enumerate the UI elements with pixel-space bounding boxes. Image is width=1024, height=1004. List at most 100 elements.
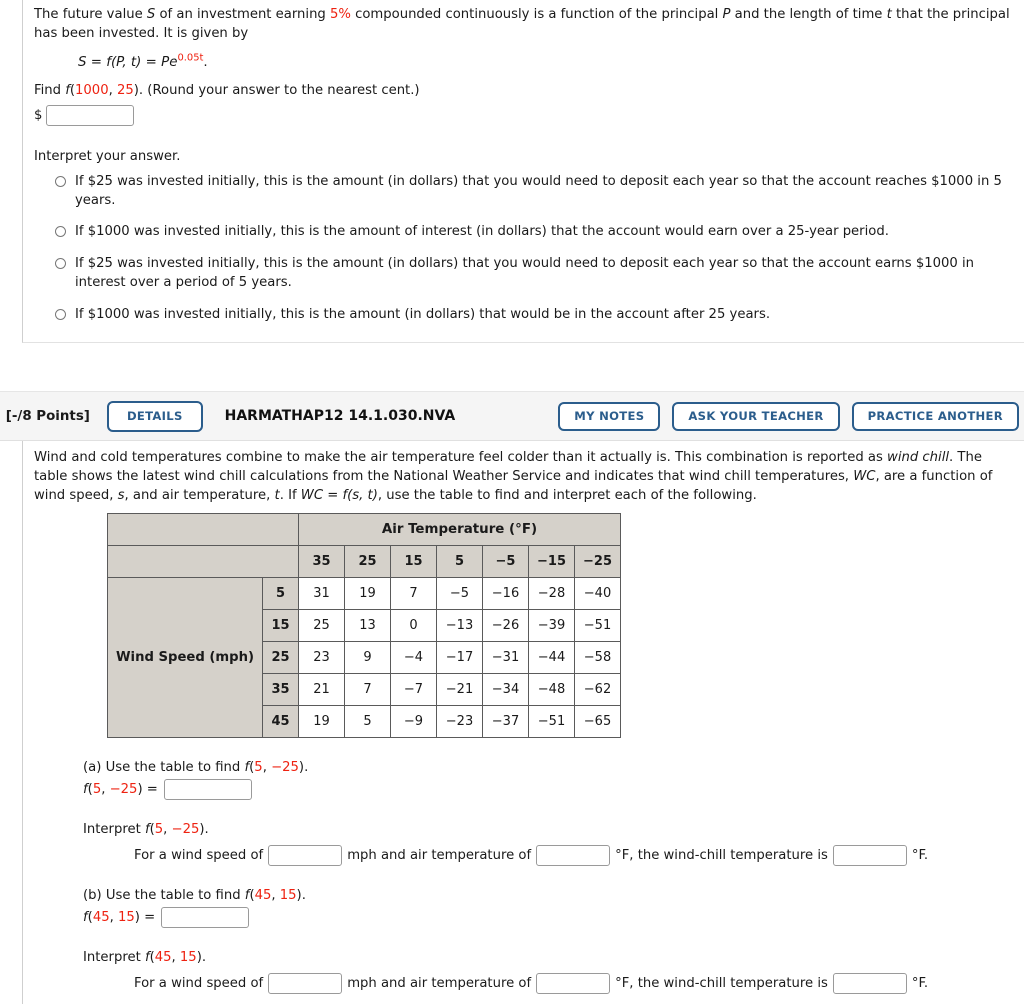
cell-1-2: 0 — [390, 608, 437, 642]
table-header-row-group: Air Temperature (°F) — [107, 512, 621, 546]
cell-0-6: −40 — [574, 576, 621, 610]
part-a-interpret-title: Interpret f(5, −25). — [83, 822, 1010, 837]
part-b-comma: , — [271, 887, 280, 903]
wc-intro-1: Wind and cold temperatures combine to ma… — [34, 450, 888, 466]
part-b-wind-speed-input[interactable] — [268, 972, 343, 994]
cell-3-0: 21 — [298, 672, 345, 706]
part-a-interpret-prefix: Interpret — [83, 821, 145, 837]
part-a-equation-row: f(5, −25) = — [83, 778, 1010, 800]
radio-button-icon[interactable] — [55, 175, 66, 187]
radio-button-icon[interactable] — [55, 258, 66, 270]
intro-text-mid-1: of an investment earning — [155, 7, 330, 22]
part-a-interpret-arg-2: −25 — [171, 821, 200, 837]
part-a-period: . — [304, 759, 309, 775]
future-value-formula: S = f(P, t) = Pe0.05t. — [34, 54, 1010, 71]
row-header-0: 5 — [262, 576, 299, 610]
part-a-wind-chill-input[interactable] — [832, 844, 907, 866]
part-b-equation-row: f(45, 15) = — [83, 906, 1010, 928]
cell-4-4: −37 — [482, 704, 529, 738]
cell-2-5: −44 — [528, 640, 575, 674]
question-1-container: The future value S of an investment earn… — [22, 0, 1024, 344]
cell-0-5: −28 — [528, 576, 575, 610]
cell-3-5: −48 — [528, 672, 575, 706]
part-a-sentence-text-2: mph and air temperature of — [347, 847, 532, 863]
formula-lhs: S — [78, 55, 87, 71]
cell-1-6: −51 — [574, 608, 621, 642]
cell-4-0: 19 — [298, 704, 345, 738]
part-b-interpret-block: Interpret f(45, 15). For a wind speed of… — [34, 950, 1010, 994]
question-2-container: Wind and cold temperatures combine to ma… — [22, 441, 1024, 1004]
part-b-wind-chill-input[interactable] — [832, 972, 907, 994]
find-text-post: . (Round your answer to the nearest cent… — [138, 83, 420, 99]
question-points-label: . [-/8 Points] — [0, 408, 90, 424]
part-a-air-temperature-input[interactable] — [536, 844, 611, 866]
part-a-arg-1: 5 — [254, 759, 263, 775]
formula-base: Pe — [161, 55, 178, 71]
find-argument-time: 25 — [116, 83, 134, 99]
part-b-period: . — [301, 887, 306, 903]
part-b-interpret-sentence: For a wind speed of mph and air temperat… — [83, 972, 1010, 994]
col-header-5: −15 — [528, 544, 575, 578]
part-a-label: (a) Use the table to find — [83, 759, 245, 775]
formula-arguments: (P, t) — [110, 55, 142, 71]
practice-another-button[interactable]: PRACTICE ANOTHER — [851, 401, 1019, 432]
radio-option-2[interactable]: If $1000 was invested initially, this is… — [34, 223, 1010, 242]
radio-option-3[interactable]: If $25 was invested initially, this is t… — [34, 255, 1010, 292]
formula-period: . — [203, 55, 208, 71]
part-b-answer-input[interactable] — [161, 906, 250, 928]
row-header-4: 45 — [262, 704, 299, 738]
wind-chill-table-container: Air Temperature (°F) 35 25 15 5 −5 −15 −… — [34, 512, 1010, 738]
cell-3-1: 7 — [344, 672, 391, 706]
cell-2-1: 9 — [344, 640, 391, 674]
question-code-label: HARMATHAP12 14.1.030.NVA — [224, 408, 456, 425]
variable-WC-2: WC — [300, 487, 324, 503]
cell-2-6: −58 — [574, 640, 621, 674]
intro-text-pre: The future value — [34, 7, 147, 22]
cell-3-4: −34 — [482, 672, 529, 706]
formula-equals-1: = — [86, 55, 107, 71]
col-header-2: 15 — [390, 544, 437, 578]
part-a-interpret-period: . — [204, 821, 209, 837]
part-a-wind-speed-input[interactable] — [268, 844, 343, 866]
ask-your-teacher-button[interactable]: ASK YOUR TEACHER — [672, 401, 840, 432]
part-a-block: (a) Use the table to find f(5, −25). f(5… — [34, 760, 1010, 800]
radio-option-1[interactable]: If $25 was invested initially, this is t… — [34, 173, 1010, 210]
radio-option-2-label: If $1000 was invested initially, this is… — [75, 224, 889, 240]
intro-text-mid-2: compounded continuously is a function of… — [350, 7, 723, 22]
wc-intro-6: = — [323, 487, 343, 503]
col-header-3: 5 — [436, 544, 483, 578]
radio-button-icon[interactable] — [55, 226, 66, 238]
radio-button-icon[interactable] — [55, 308, 66, 320]
wind-chill-table: Air Temperature (°F) 35 25 15 5 −5 −15 −… — [107, 512, 621, 738]
row-header-1: 15 — [262, 608, 299, 642]
part-b-eq-arg-2: 15 — [117, 909, 135, 925]
interpret-answer-heading: Interpret your answer. — [34, 149, 181, 165]
part-b-block: (b) Use the table to find f(45, 15). f(4… — [34, 888, 1010, 928]
cell-1-5: −39 — [528, 608, 575, 642]
col-header-6: −25 — [574, 544, 621, 578]
air-temperature-group-header: Air Temperature (°F) — [298, 512, 621, 546]
my-notes-button[interactable]: MY NOTES — [558, 401, 661, 432]
part-a-eq-comma: , — [101, 781, 110, 797]
part-a-interpret-comma: , — [163, 821, 172, 837]
part-a-equation-expression: f(5, −25) = — [83, 782, 158, 797]
cell-1-0: 25 — [298, 608, 345, 642]
question-1-intro-paragraph: The future value S of an investment earn… — [34, 6, 1010, 43]
interpretation-options-list: If $25 was invested initially, this is t… — [34, 173, 1010, 324]
cell-0-1: 19 — [344, 576, 391, 610]
part-b-sentence-text-2: mph and air temperature of — [347, 975, 532, 991]
part-a-equals: = — [142, 781, 158, 797]
cell-1-1: 13 — [344, 608, 391, 642]
future-value-input[interactable] — [46, 105, 135, 127]
col-header-0: 35 — [298, 544, 345, 578]
part-b-air-temperature-input[interactable] — [536, 972, 611, 994]
part-a-answer-input[interactable] — [163, 778, 252, 800]
cell-4-5: −51 — [528, 704, 575, 738]
part-a-interpret-sentence: For a wind speed of mph and air temperat… — [83, 844, 1010, 866]
part-b-sentence-text-1: For a wind speed of — [134, 975, 264, 991]
cell-2-4: −31 — [482, 640, 529, 674]
part-b-equation-expression: f(45, 15) = — [83, 910, 155, 925]
details-button[interactable]: DETAILS — [106, 400, 203, 433]
radio-option-4[interactable]: If $1000 was invested initially, this is… — [34, 306, 1010, 325]
wind-speed-group-header: Wind Speed (mph) — [107, 576, 263, 738]
